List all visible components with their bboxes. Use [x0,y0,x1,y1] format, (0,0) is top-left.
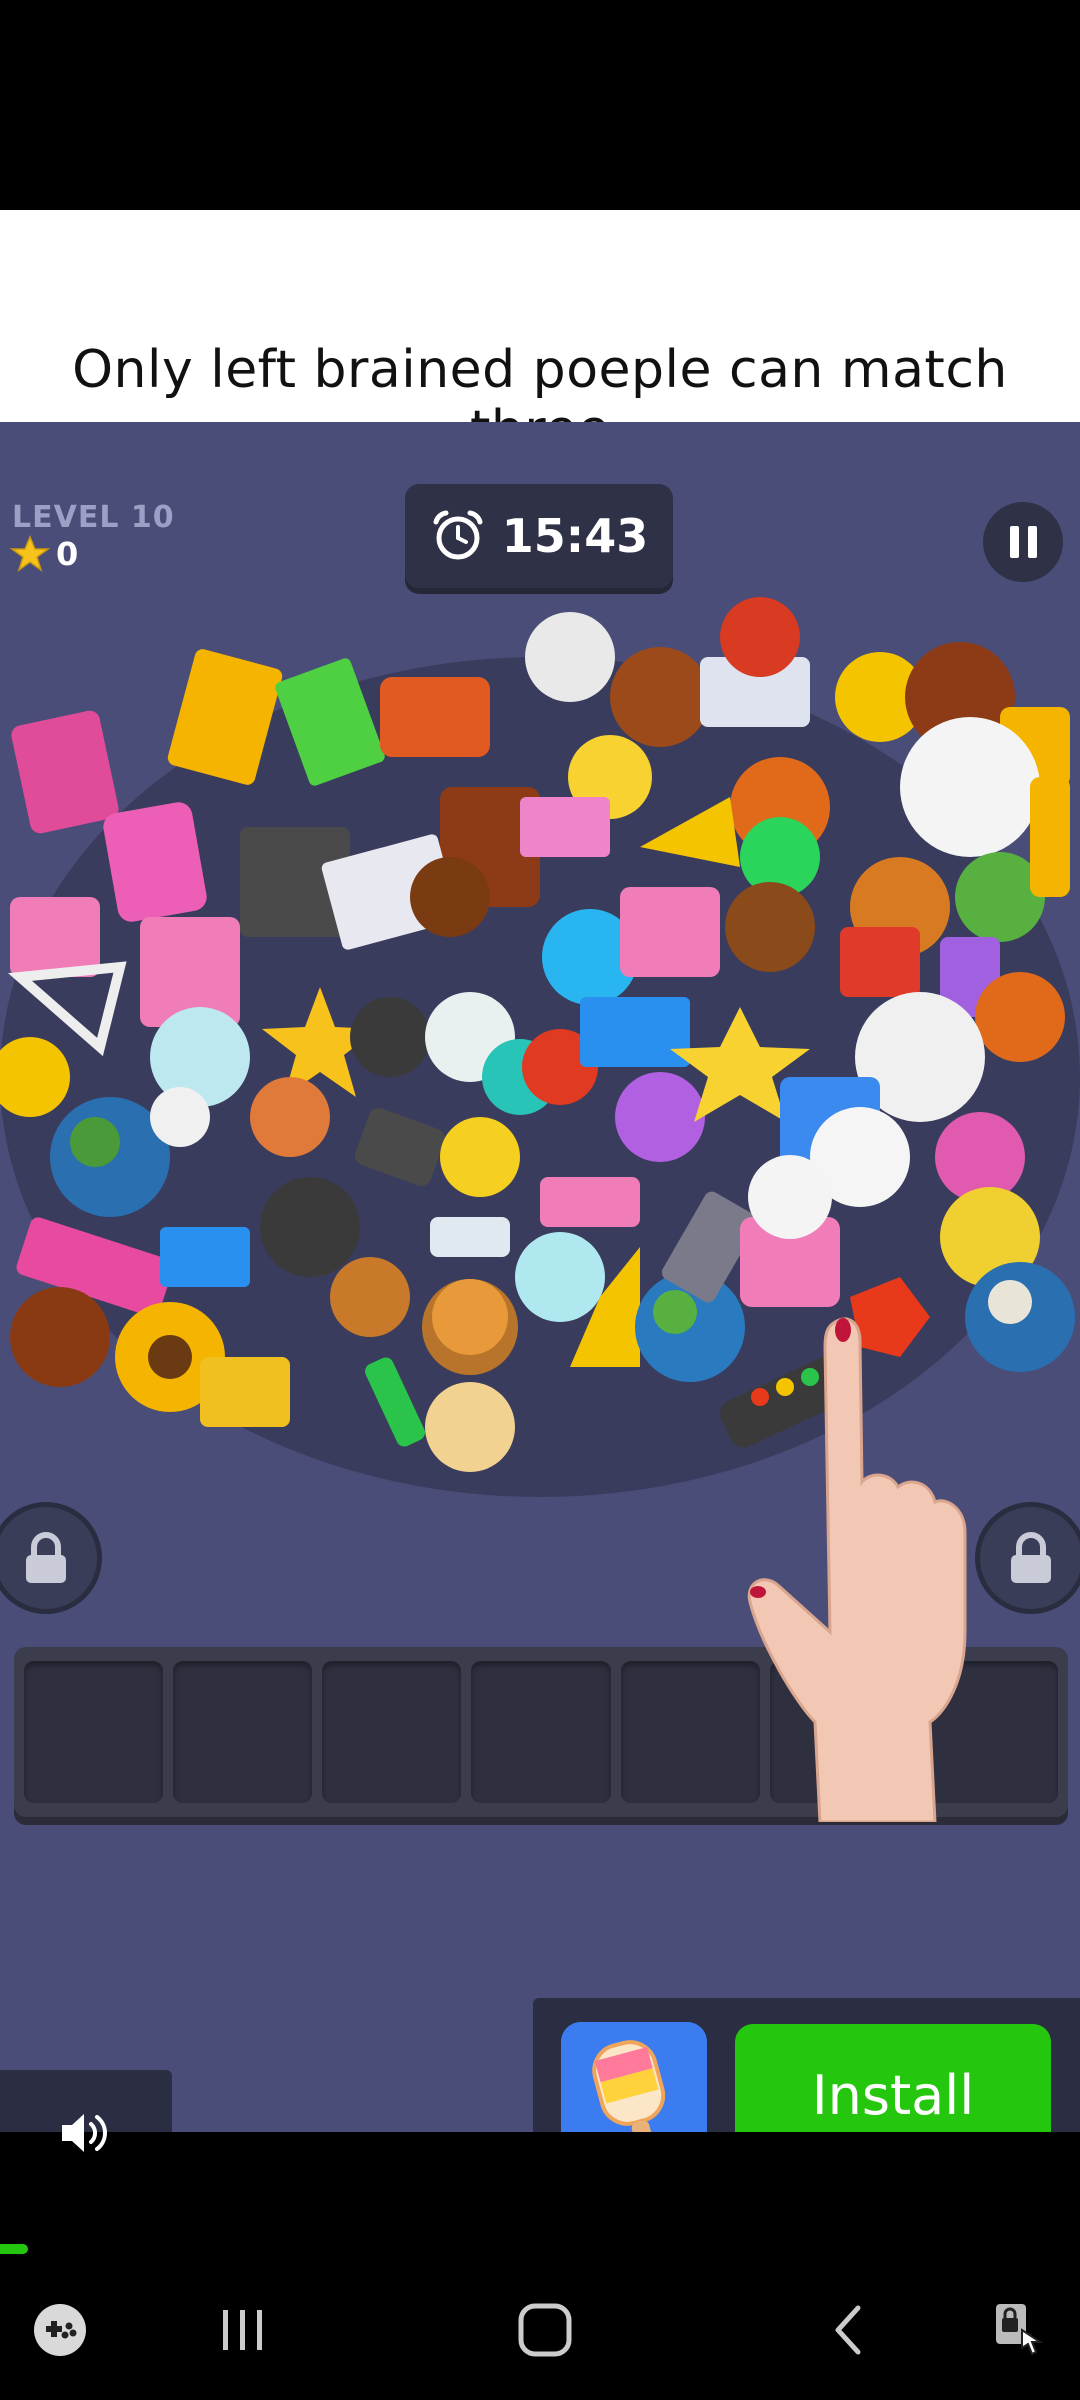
star-counter: 0 [10,534,78,574]
locked-slot-right[interactable] [975,1502,1080,1614]
tray-slot [24,1661,164,1803]
star-count: 0 [56,535,79,573]
back-icon[interactable] [820,2300,880,2360]
screen-lock-icon[interactable] [990,2300,1050,2360]
timer: 15:43 [405,484,673,588]
install-button[interactable]: Install [735,2024,1051,2132]
alarm-clock-icon [433,510,483,560]
locked-slot-left[interactable] [0,1502,102,1614]
level-label: LEVEL 10 [12,500,175,535]
ad-app-icon-graphic [561,2022,707,2132]
caption-band: Only left brained poeple can match three [0,210,1080,460]
star-icon [10,535,50,572]
recent-apps-icon[interactable] [213,2300,273,2360]
game-launcher-icon[interactable] [30,2300,90,2360]
tray-slot [471,1661,611,1803]
game-area[interactable]: LEVEL 10 0 15:43 Install [0,422,1080,2132]
top-black-bar [0,0,1080,210]
lock-icon [26,1532,66,1583]
pause-icon [1009,526,1019,558]
tray-slot [620,1661,760,1803]
timer-value: 15:43 [501,509,649,563]
tray-slot [173,1661,313,1803]
speaker-icon[interactable] [58,2108,112,2158]
home-icon[interactable] [515,2300,575,2360]
system-nav-bar [0,2280,1080,2380]
video-progress-bar[interactable] [0,2244,28,2254]
popsicle-icon[interactable] [561,2022,707,2132]
pause-button[interactable] [983,502,1063,582]
tray-slot [322,1661,462,1803]
lock-icon [1011,1532,1051,1583]
tutorial-pointing-hand [747,1317,967,1822]
ad-banner[interactable]: Install [533,1998,1080,2132]
